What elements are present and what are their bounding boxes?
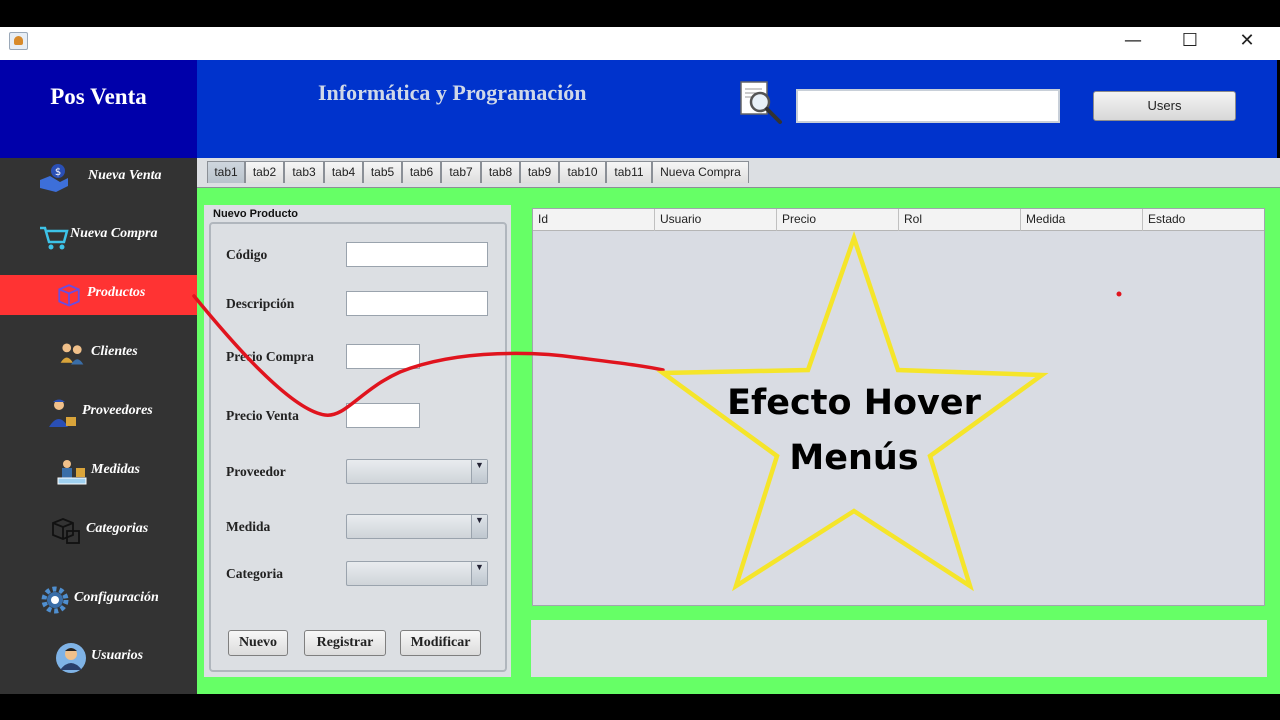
codigo-label: Código	[226, 247, 268, 262]
chevron-down-icon: ▼	[471, 460, 487, 483]
tab-5[interactable]: tab5	[363, 161, 402, 183]
sidebar-item-label: Usuarios	[91, 648, 144, 663]
tab-8[interactable]: tab8	[481, 161, 520, 183]
minimize-button[interactable]: —	[1104, 27, 1162, 57]
maximize-button[interactable]: ☐	[1161, 27, 1219, 57]
sidebar-item-nueva-compra[interactable]: Nueva Compra	[0, 216, 197, 256]
precio-venta-input[interactable]	[346, 403, 420, 428]
proveedor-label: Proveedor	[226, 464, 286, 479]
users-button[interactable]: Users	[1093, 91, 1236, 121]
search-icon[interactable]	[738, 80, 784, 126]
descripcion-input[interactable]	[346, 291, 488, 316]
close-button[interactable]: ✕	[1218, 27, 1276, 57]
tab-7[interactable]: tab7	[441, 161, 481, 183]
tab-nueva-compra[interactable]: Nueva Compra	[652, 161, 749, 183]
precio-compra-input[interactable]	[346, 344, 420, 369]
tab-9[interactable]: tab9	[520, 161, 559, 183]
categoria-label: Categoria	[226, 566, 283, 581]
tab-4[interactable]: tab4	[324, 161, 363, 183]
codigo-input[interactable]	[346, 242, 488, 267]
medida-label: Medida	[226, 519, 271, 534]
sidebar-item-label: Clientes	[91, 344, 138, 359]
sidebar-item-nueva-venta[interactable]: $ Nueva Venta	[0, 158, 197, 198]
sidebar-item-medidas[interactable]: Medidas	[0, 452, 197, 492]
sidebar-item-clientes[interactable]: Clientes	[0, 334, 197, 374]
products-table[interactable]	[532, 208, 1265, 606]
column-header-id[interactable]: Id	[533, 209, 655, 231]
bottom-panel	[531, 620, 1267, 677]
medida-select[interactable]: ▼	[346, 514, 488, 539]
sidebar-item-label: Proveedores	[82, 403, 153, 418]
sidebar-item-label: Nueva Venta	[88, 168, 162, 183]
registrar-button[interactable]: Registrar	[304, 630, 386, 656]
column-header-estado[interactable]: Estado	[1143, 209, 1264, 231]
sidebar-item-usuarios[interactable]: Usuarios	[0, 638, 197, 678]
delivery-person-icon	[49, 399, 76, 427]
sidebar-item-label: Configuración	[74, 590, 159, 605]
tab-11[interactable]: tab11	[606, 161, 652, 183]
sidebar-item-configuracion[interactable]: Configuración	[0, 580, 197, 620]
precio-venta-label: Precio Venta	[226, 408, 299, 423]
column-header-medida[interactable]: Medida	[1021, 209, 1143, 231]
sidebar-item-proveedores[interactable]: Proveedores	[0, 393, 197, 433]
tab-10[interactable]: tab10	[559, 161, 606, 183]
java-app-icon	[9, 32, 28, 50]
categoria-select[interactable]: ▼	[346, 561, 488, 586]
measure-icon	[57, 460, 87, 485]
column-header-usuario[interactable]: Usuario	[655, 209, 777, 231]
form-group-border	[209, 222, 507, 672]
sidebar-item-categorias[interactable]: Categorias	[0, 511, 197, 551]
tab-2[interactable]: tab2	[245, 161, 284, 183]
sidebar-item-label: Medidas	[91, 462, 140, 477]
window-titlebar: — ☐ ✕	[0, 27, 1280, 60]
form-title: Nuevo Producto	[213, 208, 298, 220]
cart-icon	[40, 226, 69, 250]
tab-1[interactable]: tab1	[207, 161, 245, 183]
boxes-icon	[52, 518, 80, 544]
chevron-down-icon: ▼	[471, 562, 487, 585]
sidebar-item-label: Productos	[87, 285, 146, 300]
tab-3[interactable]: tab3	[284, 161, 324, 183]
modificar-button[interactable]: Modificar	[400, 630, 481, 656]
people-icon	[60, 343, 84, 365]
sidebar-item-productos[interactable]: Productos	[0, 275, 197, 315]
svg-text:$: $	[55, 167, 61, 178]
column-header-precio[interactable]: Precio	[777, 209, 899, 231]
precio-compra-label: Precio Compra	[226, 349, 314, 364]
descripcion-label: Descripción	[226, 296, 295, 311]
chevron-down-icon: ▼	[471, 515, 487, 538]
sidebar-item-label: Nueva Compra	[70, 226, 158, 241]
proveedor-select[interactable]: ▼	[346, 459, 488, 484]
sidebar-item-label: Categorias	[86, 521, 149, 536]
header-title: Informática y Programación	[318, 80, 587, 105]
hand-money-icon: $	[40, 164, 68, 192]
nuevo-button[interactable]: Nuevo	[228, 630, 288, 656]
search-input[interactable]	[796, 89, 1060, 123]
box-icon	[58, 284, 80, 307]
gear-icon	[41, 586, 69, 614]
tab-6[interactable]: tab6	[402, 161, 441, 183]
app-logo-title: Pos Venta	[50, 84, 147, 109]
column-header-rol[interactable]: Rol	[899, 209, 1021, 231]
user-avatar-icon	[56, 643, 86, 673]
